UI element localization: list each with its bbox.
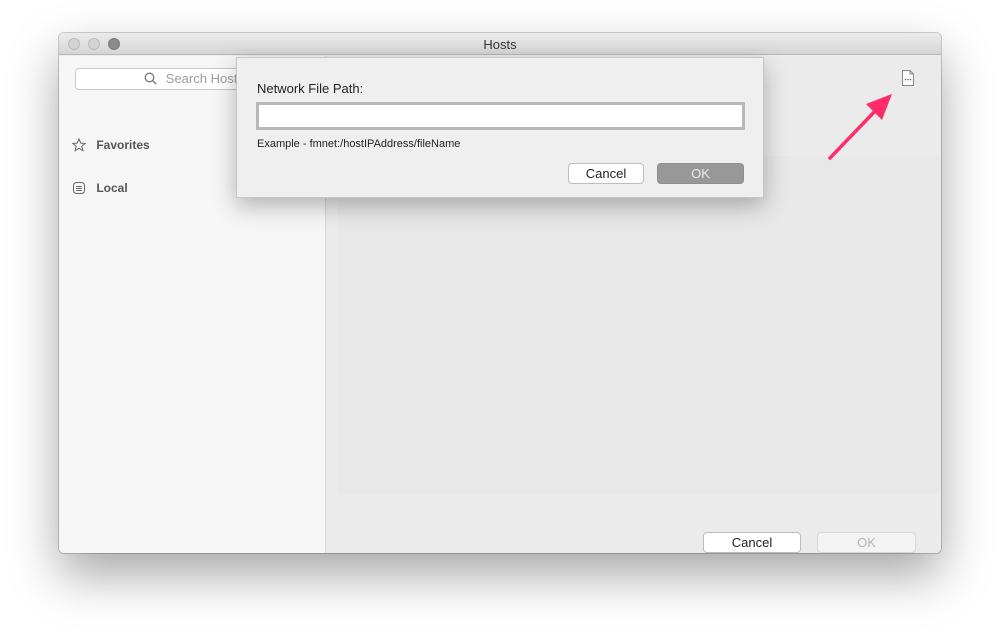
network-file-path-sheet: Network File Path: Example - fmnet:/host…: [236, 57, 764, 198]
star-icon: [71, 137, 88, 158]
sidebar-item-favorites[interactable]: Favorites: [71, 135, 150, 158]
local-list-icon: [72, 181, 88, 201]
sheet-ok-button[interactable]: OK: [657, 163, 744, 184]
search-icon: [144, 71, 157, 91]
sheet-cancel-button[interactable]: Cancel: [568, 163, 644, 184]
cancel-button[interactable]: Cancel: [703, 532, 801, 553]
window-title: Hosts: [483, 37, 517, 52]
document-ellipsis-icon[interactable]: [901, 69, 915, 87]
sidebar-item-label: Favorites: [96, 138, 150, 152]
example-text: Example - fmnet:/hostIPAddress/fileName: [257, 138, 461, 150]
sidebar-item-local[interactable]: Local: [72, 178, 128, 198]
title-bar: Hosts: [59, 33, 941, 55]
hosts-list-panel: [337, 156, 941, 493]
pointer-arrow-icon: [828, 94, 892, 160]
search-placeholder: Search Hosts: [165, 71, 244, 86]
network-file-path-label: Network File Path:: [257, 81, 364, 96]
ok-button[interactable]: OK: [817, 532, 916, 553]
sidebar-item-label: Local: [96, 181, 128, 195]
network-file-path-input[interactable]: [256, 102, 745, 130]
